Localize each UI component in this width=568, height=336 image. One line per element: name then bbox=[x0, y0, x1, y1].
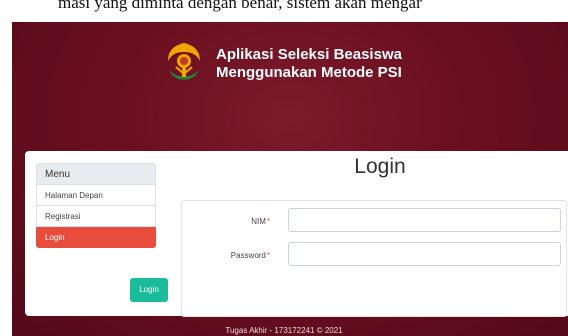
password-label-text: Password bbox=[230, 251, 266, 260]
menu-item-registrasi[interactable]: Registrasi bbox=[36, 206, 156, 227]
footer-text: Tugas Akhir - 173172241 © 2021 bbox=[225, 326, 343, 335]
side-menu: Menu Halaman Depan Registrasi Login bbox=[36, 163, 156, 248]
nim-row: NIM* bbox=[182, 208, 568, 234]
page-title: Login bbox=[354, 155, 406, 178]
main-card: Menu Halaman Depan Registrasi Login Logi… bbox=[25, 151, 568, 317]
app-title-line-1: Aplikasi Seleksi Beasiswa bbox=[216, 46, 402, 63]
app-title: Aplikasi Seleksi Beasiswa Menggunakan Me… bbox=[216, 46, 402, 82]
nim-input[interactable] bbox=[288, 208, 561, 232]
login-button[interactable]: Login bbox=[130, 278, 168, 302]
required-mark: * bbox=[266, 217, 270, 226]
menu-item-halaman-depan[interactable]: Halaman Depan bbox=[36, 185, 156, 206]
password-input[interactable] bbox=[288, 242, 561, 266]
nim-label: NIM* bbox=[182, 217, 270, 226]
page-caption: masi yang diminta dengan benar, sistem a… bbox=[58, 0, 422, 12]
password-row: Password* bbox=[182, 242, 568, 268]
app-brand: Aplikasi Seleksi Beasiswa Menggunakan Me… bbox=[162, 34, 402, 94]
required-mark: * bbox=[266, 251, 270, 260]
app-title-line-2: Menggunakan Metode PSI bbox=[216, 64, 402, 81]
password-label: Password* bbox=[182, 251, 270, 260]
login-form: NIM* Password* bbox=[181, 200, 567, 317]
nim-label-text: NIM bbox=[251, 217, 266, 226]
menu-heading: Menu bbox=[36, 163, 156, 185]
login-page-background: Aplikasi Seleksi Beasiswa Menggunakan Me… bbox=[12, 22, 568, 336]
university-logo-icon bbox=[168, 43, 200, 80]
menu-item-login[interactable]: Login bbox=[36, 227, 156, 248]
